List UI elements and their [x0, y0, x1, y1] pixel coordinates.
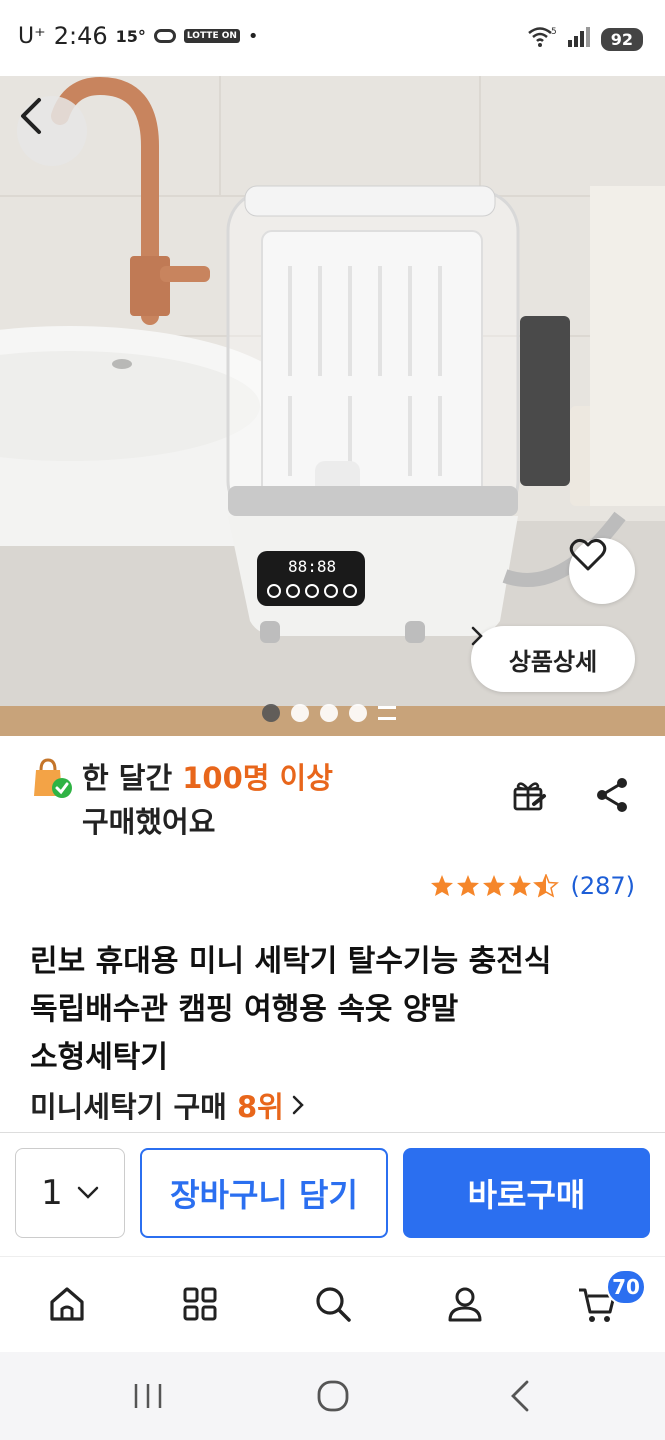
- wishlist-button[interactable]: [569, 538, 635, 604]
- product-title-line: 린보 휴대용 미니 세탁기 탈수기능 충전식: [30, 944, 552, 979]
- home-icon: [50, 1287, 84, 1321]
- quantity-select[interactable]: 1: [15, 1148, 125, 1238]
- lotte-on-icon: LOTTE ON: [183, 29, 240, 43]
- chevron-left-icon: [21, 98, 41, 134]
- quantity-value: 1: [41, 1173, 63, 1213]
- carousel-pager[interactable]: [262, 704, 396, 722]
- signal-icon: [567, 26, 591, 52]
- nav-search[interactable]: [308, 1279, 358, 1329]
- home-button-icon[interactable]: [315, 1378, 351, 1414]
- purchase-prefix: 한 달간: [82, 761, 183, 795]
- purchase-summary: 한 달간 100명 이상 구매했어요: [82, 756, 333, 844]
- user-icon: [448, 1287, 482, 1322]
- product-detail-button[interactable]: 상품상세: [471, 626, 635, 692]
- purchase-bar: 1 장바구니 담기 바로구매: [0, 1132, 665, 1252]
- notification-dot: •: [247, 25, 259, 47]
- back-nav-icon[interactable]: [503, 1378, 539, 1414]
- chevron-down-icon: [77, 1186, 99, 1199]
- product-detail-label: 상품상세: [508, 647, 598, 676]
- pager-more-icon[interactable]: [378, 706, 396, 720]
- temperature: 15°: [115, 26, 146, 46]
- pager-dot[interactable]: [320, 704, 338, 722]
- shopping-bag-check-icon: [34, 758, 72, 798]
- purchase-highlight: 100명 이상: [182, 761, 333, 795]
- product-image-carousel[interactable]: 88:88 상품상세: [0, 76, 665, 736]
- search-icon: [316, 1287, 351, 1322]
- chevron-right-icon: [292, 1095, 304, 1115]
- svg-text:88:88: 88:88: [288, 557, 336, 576]
- purchase-suffix: 구매했어요: [82, 805, 216, 839]
- product-title-line: 소형세탁기: [30, 1040, 168, 1075]
- share-icon[interactable]: [594, 776, 630, 814]
- add-to-cart-button[interactable]: 장바구니 담기: [140, 1148, 388, 1238]
- heart-icon: [569, 538, 607, 571]
- nav-my-page[interactable]: [440, 1279, 490, 1329]
- recent-apps-icon[interactable]: [130, 1378, 166, 1414]
- rating[interactable]: (287): [430, 872, 635, 900]
- back-button[interactable]: [17, 96, 87, 166]
- product-title: 린보 휴대용 미니 세탁기 탈수기능 충전식 독립배수관 캠핑 여행용 속옷 양…: [30, 938, 640, 1082]
- category-rank-link[interactable]: 미니세탁기 구매 8위: [30, 1084, 304, 1126]
- gift-icon[interactable]: [510, 776, 548, 814]
- bottom-navigation: 70: [0, 1256, 665, 1352]
- review-count[interactable]: (287): [570, 872, 635, 900]
- clock: 2:46: [53, 22, 108, 50]
- wifi-band-label: 5: [551, 27, 557, 37]
- grid-icon: [183, 1287, 217, 1321]
- rank-value: 8위: [236, 1090, 284, 1124]
- product-title-line: 독립배수관 캠핑 여행용 속옷 양말: [30, 992, 459, 1027]
- pager-dot[interactable]: [291, 704, 309, 722]
- status-bar: U⁺ 2:46 15° LOTTE ON • 5 92: [0, 0, 665, 76]
- cart-count-badge: 70: [606, 1269, 646, 1305]
- carrier-label: U⁺: [18, 23, 46, 49]
- battery-indicator: 92: [600, 27, 643, 51]
- star-rating-icon: [431, 874, 559, 897]
- buy-now-button[interactable]: 바로구매: [403, 1148, 650, 1238]
- nav-categories[interactable]: [175, 1279, 225, 1329]
- nav-home[interactable]: [42, 1279, 92, 1329]
- chevron-right-icon: [471, 626, 483, 646]
- pager-dot[interactable]: [349, 704, 367, 722]
- wifi-icon: 5: [527, 24, 557, 54]
- rank-prefix: 미니세탁기 구매: [30, 1090, 237, 1124]
- pager-dot[interactable]: [262, 704, 280, 722]
- system-navigation-bar: [0, 1352, 665, 1440]
- voicemail-icon: [153, 29, 176, 43]
